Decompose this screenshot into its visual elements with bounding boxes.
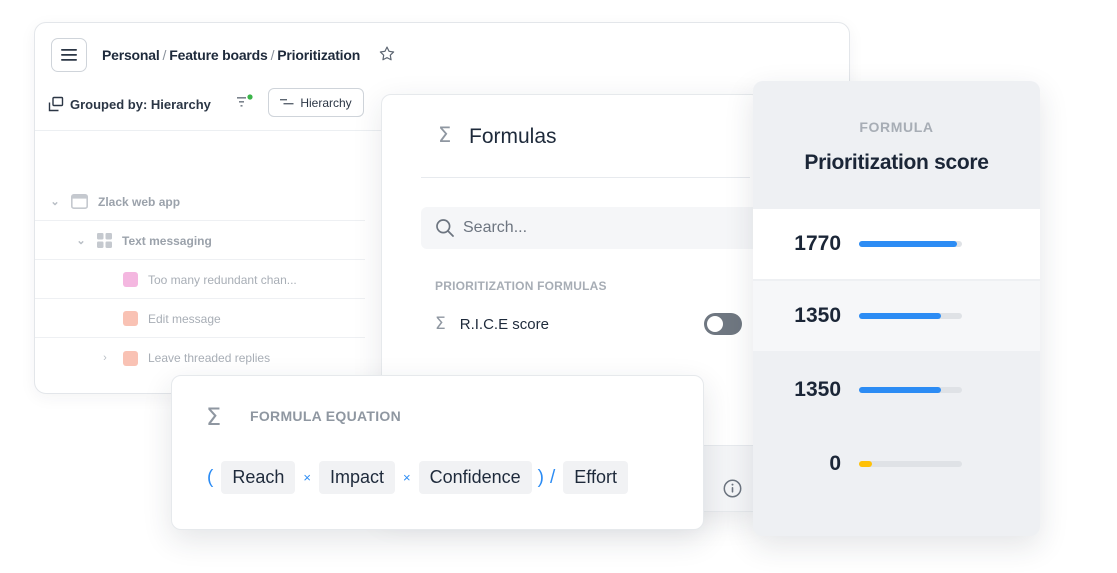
score-bar [859, 241, 962, 247]
score-row[interactable]: 1770 [753, 209, 1040, 279]
prioritization-score-panel: FORMULA Prioritization score 1770 1350 1… [753, 81, 1040, 536]
divide-operator: / [549, 466, 556, 488]
formula-item-rice[interactable]: Σ R.I.C.E score [435, 311, 745, 337]
tree-item-label: Text messaging [122, 233, 212, 248]
score-row[interactable]: 1350 [753, 281, 1040, 351]
score-value: 1350 [794, 378, 841, 401]
hierarchy-button[interactable]: Hierarchy [268, 88, 364, 117]
formulas-title: Formulas [469, 125, 557, 148]
chevron-right-icon[interactable]: › [99, 352, 111, 364]
section-label: PRIORITIZATION FORMULAS [435, 279, 607, 293]
hamburger-menu-button[interactable] [51, 38, 87, 72]
score-value: 0 [829, 452, 841, 475]
tree-row[interactable]: › Leave threaded replies [35, 339, 365, 377]
sigma-icon: Σ [206, 403, 222, 431]
close-paren: ) [537, 466, 544, 488]
formula-equation-card: Σ FORMULA EQUATION ( Reach × Impact × Co… [171, 375, 704, 530]
score-bar [859, 387, 962, 393]
hierarchy-button-label: Hierarchy [300, 95, 352, 110]
tree-row[interactable]: ⌄ Text messaging [35, 222, 365, 260]
filter-icon[interactable] [235, 93, 255, 111]
breadcrumb: Personal / Feature boards / Prioritization [102, 47, 360, 63]
feature-color-icon [123, 311, 138, 326]
score-bar-fill [859, 313, 942, 319]
filter-active-dot [247, 94, 253, 100]
chevron-down-icon[interactable]: ⌄ [49, 195, 61, 208]
multiply-operator: × [303, 470, 311, 485]
score-value: 1770 [794, 232, 841, 255]
group-icon [48, 96, 64, 112]
score-row[interactable]: 1350 [753, 355, 1040, 425]
star-icon[interactable] [378, 45, 396, 63]
breadcrumb-feature-boards[interactable]: Feature boards [169, 47, 268, 63]
formulas-divider [421, 177, 750, 178]
score-bar-fill [859, 387, 942, 393]
sigma-icon: Σ [435, 314, 446, 334]
tree-row[interactable]: Edit message [35, 300, 365, 338]
grouped-by-control[interactable]: Grouped by: Hierarchy [48, 96, 211, 112]
score-bar-fill [859, 241, 957, 247]
tree-item-label: Leave threaded replies [148, 351, 271, 365]
score-panel-title: Prioritization score [804, 151, 989, 174]
tree-row[interactable]: ⌄ Zlack web app [35, 183, 365, 221]
feature-color-icon [123, 350, 138, 366]
open-paren: ( [207, 466, 214, 488]
breadcrumb-separator: / [162, 47, 167, 63]
score-row[interactable]: 0 [753, 429, 1040, 499]
term-chip-impact[interactable]: Impact [318, 461, 395, 494]
tree-item-label: Edit message [148, 311, 221, 326]
feature-color-icon [123, 272, 138, 287]
term-chip-effort[interactable]: Effort [563, 461, 628, 494]
score-bar [859, 461, 962, 467]
score-panel-kicker: FORMULA [859, 119, 934, 135]
info-icon[interactable] [723, 479, 742, 498]
rice-score-toggle[interactable] [704, 313, 742, 335]
formula-item-label: R.I.C.E score [459, 315, 549, 333]
search-icon [436, 219, 454, 237]
tree-item-label: Zlack web app [98, 194, 181, 209]
tree-row[interactable]: Too many redundant chan... [35, 261, 365, 299]
equation-title: FORMULA EQUATION [250, 408, 402, 424]
breadcrumb-separator: / [270, 47, 275, 63]
score-bar [859, 313, 962, 319]
hamburger-icon [61, 49, 77, 61]
component-grid-icon [97, 233, 112, 248]
chevron-down-icon[interactable]: ⌄ [75, 234, 87, 247]
score-bar-fill [859, 461, 873, 467]
score-value: 1350 [794, 304, 841, 327]
breadcrumb-personal[interactable]: Personal [102, 47, 160, 63]
sigma-icon: Σ [438, 123, 452, 147]
tree-item-label: Too many redundant chan... [148, 272, 297, 287]
multiply-operator: × [402, 470, 411, 485]
breadcrumb-prioritization[interactable]: Prioritization [277, 47, 360, 63]
formula-search-box[interactable] [421, 207, 761, 249]
search-input[interactable] [463, 219, 723, 237]
term-chip-confidence[interactable]: Confidence [418, 461, 532, 494]
grouped-by-label: Grouped by: Hierarchy [70, 96, 211, 112]
hierarchy-icon [280, 98, 294, 104]
term-chip-reach[interactable]: Reach [221, 461, 296, 494]
equation-expression: ( Reach × Impact × Confidence ) / Effort [207, 461, 628, 494]
app-board-icon [71, 194, 88, 209]
